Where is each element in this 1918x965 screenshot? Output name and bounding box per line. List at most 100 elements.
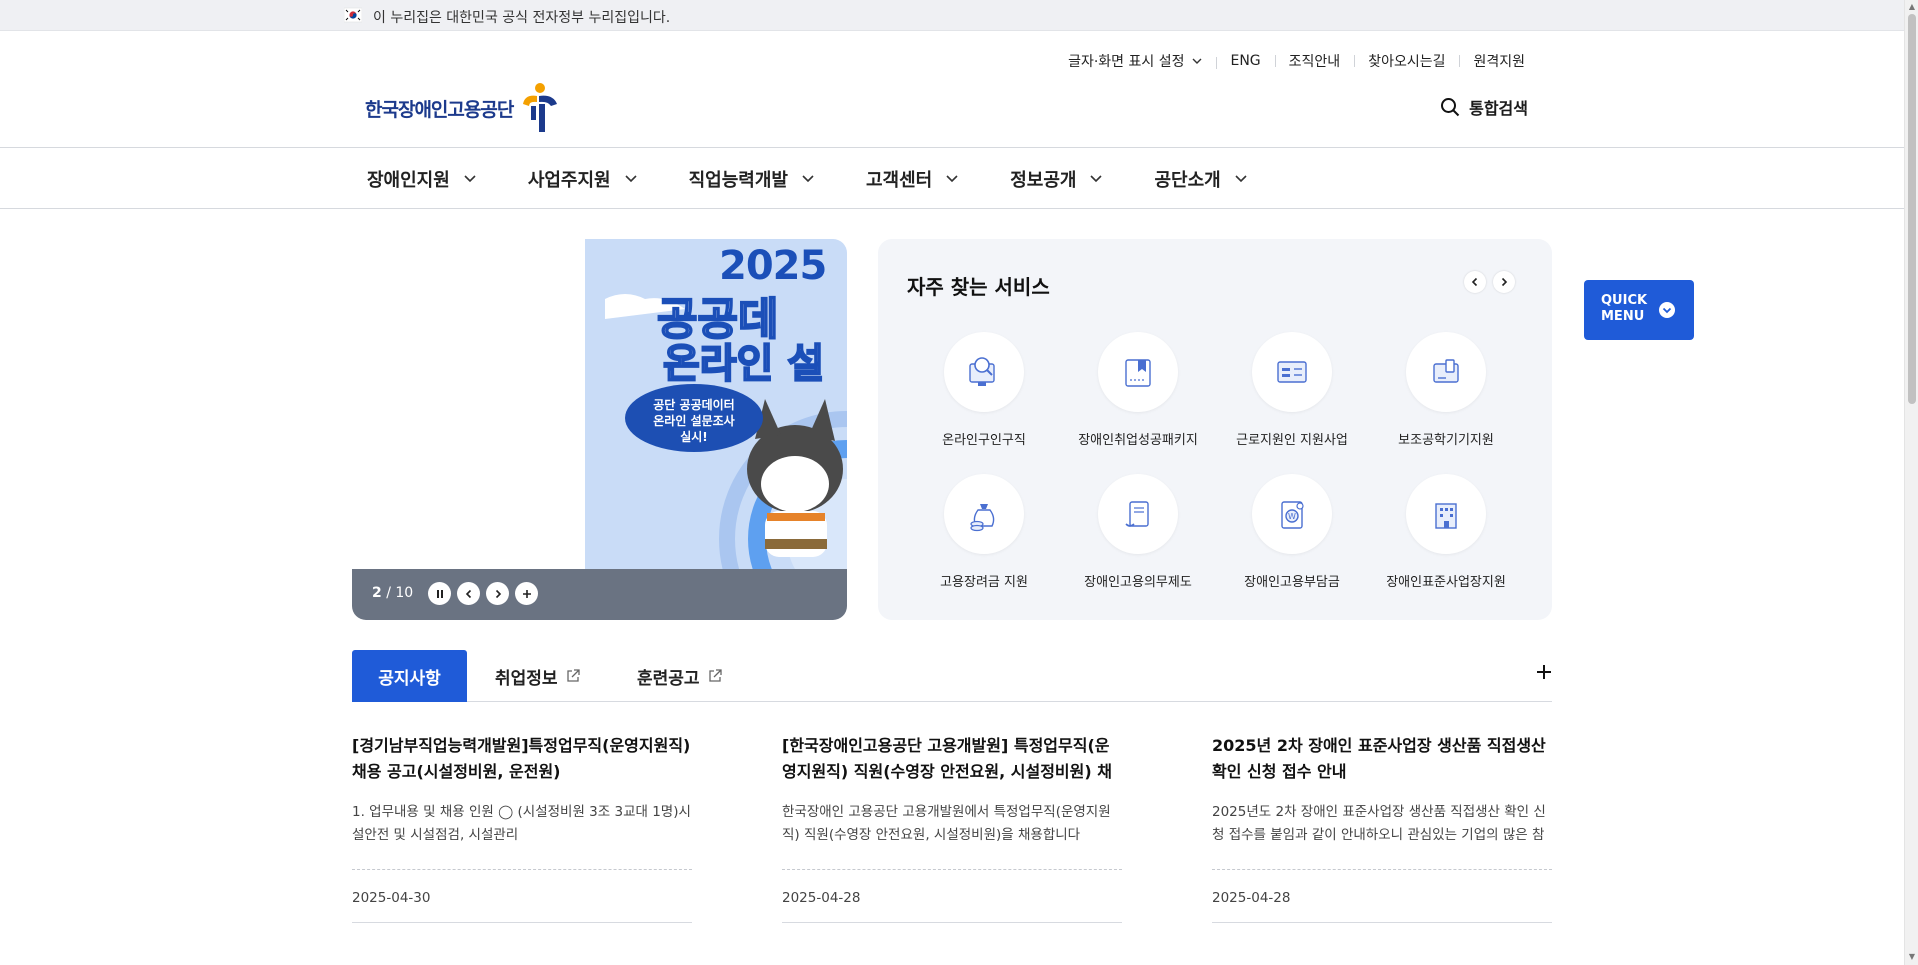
logo-mark-icon: [517, 82, 563, 134]
chevron-right-icon: [1501, 277, 1508, 287]
gov-banner: 이 누리집은 대한민국 공식 전자정부 누리집입니다.: [0, 0, 1904, 31]
slide-headline-3: 온라인 설: [662, 340, 825, 388]
tab-label: 훈련공고: [637, 668, 700, 689]
organization-link[interactable]: 조직안내: [1274, 51, 1355, 71]
services-next-button[interactable]: [1493, 271, 1515, 293]
nav-label: 고객센터: [865, 170, 933, 191]
pause-button[interactable]: [428, 582, 451, 605]
speech-bubble: 공단 공공데이터 온라인 설문조사 실시!: [625, 384, 763, 452]
news-date: 2025-04-30: [352, 890, 431, 906]
news-item[interactable]: [한국장애인고용공단 고용개발원] 특정업무직(운영지원직) 직원(수영장 안전…: [782, 733, 1122, 923]
news-item[interactable]: 2025년 2차 장애인 표준사업장 생산품 직접생산 확인 신청 접수 안내 …: [1212, 733, 1552, 923]
id-card-icon: [1252, 332, 1332, 412]
tab-label: 공지사항: [378, 668, 441, 689]
chevron-down-icon: [946, 175, 958, 183]
tab-label: 취업정보: [495, 668, 558, 689]
next-slide-button[interactable]: [486, 582, 509, 605]
search-button[interactable]: 통합검색: [1440, 95, 1528, 119]
chevron-left-icon: [465, 589, 471, 598]
nav-item-disabled-support[interactable]: 장애인지원: [367, 166, 476, 192]
news-title: [한국장애인고용공단 고용개발원] 특정업무직(운영지원직) 직원(수영장 안전…: [782, 736, 1112, 781]
remote-support-link[interactable]: 원격지원: [1459, 51, 1539, 71]
quick-menu-label: QUICK MENU: [1601, 293, 1648, 324]
service-label: 고용장려금 지원: [940, 575, 1028, 590]
slide-separator: /: [386, 585, 391, 601]
plus-icon[interactable]: [1536, 664, 1552, 680]
service-standard-workplace[interactable]: 장애인표준사업장지원: [1369, 474, 1523, 590]
nav-item-vocational-training[interactable]: 직업능력개발: [689, 166, 814, 192]
tab-job-info[interactable]: 취업정보: [495, 650, 580, 702]
divider: [782, 922, 1122, 923]
book-bookmark-icon: [1098, 332, 1178, 412]
nav-item-information[interactable]: 정보공개: [1010, 166, 1103, 192]
nav-item-customer-center[interactable]: 고객센터: [866, 166, 958, 192]
main-banner-slider: 2025 공공데 온라인 설 공단 공공데이터 온라인 설문조사 실시! 2 /…: [352, 239, 847, 620]
search-icon: [1440, 97, 1460, 117]
divider: [352, 869, 692, 870]
frequent-services-panel: 자주 찾는 서비스 온라인구인구직 장애인취업성공패키지 근로지원인 지원사업 …: [878, 239, 1552, 620]
nav-item-employer-support[interactable]: 사업주지원: [528, 166, 637, 192]
service-label: 장애인고용부담금: [1244, 575, 1340, 590]
service-label: 온라인구인구직: [942, 433, 1026, 448]
services-prev-button[interactable]: [1464, 271, 1486, 293]
page-scrollbar[interactable]: ▲ ▼: [1904, 0, 1918, 965]
divider: [782, 869, 1122, 870]
external-link-icon: [566, 669, 580, 683]
search-label: 통합검색: [1469, 99, 1528, 118]
site-logo[interactable]: 한국장애인고용공단: [365, 82, 563, 134]
service-work-assistant[interactable]: 근로지원인 지원사업: [1215, 332, 1369, 448]
money-bag-icon: [944, 474, 1024, 554]
quick-menu-button[interactable]: QUICK MENU: [1584, 280, 1694, 340]
service-label: 장애인고용의무제도: [1084, 575, 1192, 590]
news-date: 2025-04-28: [782, 890, 861, 906]
directions-link[interactable]: 찾아오시는길: [1354, 51, 1459, 71]
divider: [1212, 869, 1552, 870]
view-all-slides-button[interactable]: [515, 582, 538, 605]
chevron-down-icon: [464, 175, 476, 183]
service-assistive-devices[interactable]: 보조공학기기지원: [1369, 332, 1523, 448]
plus-icon: [522, 589, 531, 598]
device-icon: [1406, 332, 1486, 412]
eng-link[interactable]: ENG: [1216, 53, 1274, 69]
news-desc: 1. 업무내용 및 채용 인원 ◯ (시설정비원 3조 3교대 1명)시설안전 …: [352, 804, 691, 843]
service-online-job[interactable]: 온라인구인구직: [907, 332, 1061, 448]
chevron-down-icon: [625, 175, 637, 183]
chevron-down-icon: [1192, 58, 1202, 65]
news-item[interactable]: [경기남부직업능력개발원]특정업무직(운영지원직) 채용 공고(시설정비원, 운…: [352, 733, 692, 923]
chevron-right-icon: [495, 589, 501, 598]
bubble-line: 온라인 설문조사: [653, 414, 735, 428]
service-label: 장애인표준사업장지원: [1386, 575, 1506, 590]
gov-banner-text: 이 누리집은 대한민국 공식 전자정부 누리집입니다.: [373, 10, 671, 26]
scroll-up-icon[interactable]: ▲: [1908, 2, 1916, 11]
chevron-down-icon: [1235, 175, 1247, 183]
news-desc: 2025년도 2차 장애인 표준사업장 생산품 직접생산 확인 신청 접수를 붙…: [1212, 804, 1546, 843]
won-document-icon: W: [1252, 474, 1332, 554]
service-employment-package[interactable]: 장애인취업성공패키지: [1061, 332, 1215, 448]
nav-label: 정보공개: [1010, 170, 1077, 191]
scroll-down-icon[interactable]: ▼: [1908, 952, 1916, 961]
bubble-line: 공단 공공데이터: [653, 398, 735, 412]
logo-text: 한국장애인고용공단: [365, 98, 514, 121]
bubble-line: 실시!: [680, 430, 708, 444]
news-desc: 한국장애인 고용공단 고용개발원에서 특정업무직(운영지원직) 직원(수영장 안…: [782, 804, 1111, 843]
document-scroll-icon: [1098, 474, 1178, 554]
tab-notice[interactable]: 공지사항: [352, 650, 467, 702]
tab-training-notice[interactable]: 훈련공고: [637, 650, 722, 702]
banner-slide[interactable]: 2025 공공데 온라인 설 공단 공공데이터 온라인 설문조사 실시!: [585, 239, 847, 569]
chevron-down-circle-icon: [1658, 301, 1676, 319]
nav-label: 사업주지원: [527, 170, 611, 191]
display-settings-link[interactable]: 글자·화면 표시 설정: [1054, 51, 1216, 71]
service-incentive[interactable]: 고용장려금 지원: [907, 474, 1061, 590]
building-icon: [1406, 474, 1486, 554]
service-mandatory-employment[interactable]: 장애인고용의무제도: [1061, 474, 1215, 590]
scroll-thumb[interactable]: [1908, 14, 1916, 404]
service-label: 장애인취업성공패키지: [1078, 433, 1198, 448]
display-settings-label: 글자·화면 표시 설정: [1068, 54, 1185, 70]
service-employment-levy[interactable]: W 장애인고용부담금: [1215, 474, 1369, 590]
nav-item-about[interactable]: 공단소개: [1154, 166, 1247, 192]
slide-current: 2: [372, 585, 382, 601]
services-title: 자주 찾는 서비스: [907, 275, 1050, 299]
external-link-icon: [708, 669, 722, 683]
prev-slide-button[interactable]: [457, 582, 480, 605]
nav-label: 직업능력개발: [688, 170, 788, 191]
